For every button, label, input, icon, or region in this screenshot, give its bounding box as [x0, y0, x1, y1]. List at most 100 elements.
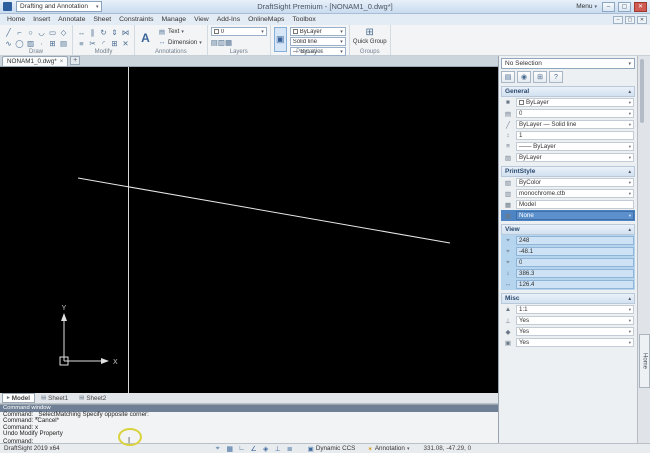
center-x-field[interactable]: 248: [516, 236, 634, 245]
printstyle-attached-field[interactable]: Model: [516, 200, 634, 209]
view-width-field[interactable]: 126.4: [516, 280, 634, 289]
trim-icon[interactable]: ✂: [87, 38, 98, 49]
polygon-icon[interactable]: ◇: [58, 27, 69, 38]
tab-toolbox[interactable]: Toolbox: [288, 16, 319, 23]
arc-icon[interactable]: ◡: [36, 27, 47, 38]
fillet-icon[interactable]: ◜: [98, 38, 109, 49]
tab-onlinemaps[interactable]: OnlineMaps: [244, 16, 288, 23]
mirror-icon[interactable]: ⋈: [120, 27, 131, 38]
tab-annotate[interactable]: Annotate: [54, 16, 89, 23]
chevron-down-icon: ▾: [199, 39, 202, 46]
polar-icon[interactable]: ∠: [248, 445, 260, 453]
dynamic-ccs-button[interactable]: ▣ Dynamic CCS: [308, 445, 356, 453]
mdi-close-button[interactable]: ✕: [637, 15, 647, 24]
tab-home[interactable]: Home: [3, 16, 29, 23]
section-title: View: [505, 226, 520, 233]
center-y-field[interactable]: -48.1: [516, 247, 634, 256]
tab-view[interactable]: View: [190, 16, 213, 23]
mdi-restore-button[interactable]: ▢: [625, 15, 635, 24]
text-dropdown-button[interactable]: ▤ Text ▾: [156, 27, 204, 36]
printstyle-table-field[interactable]: monochrome.ctb ▾: [516, 189, 634, 198]
new-document-tab-button[interactable]: +: [70, 56, 81, 65]
color-field[interactable]: ByLayer ▾: [516, 98, 634, 107]
section-printstyle-header[interactable]: PrintStyle ▴: [501, 166, 635, 177]
grid-icon[interactable]: ▦: [224, 445, 236, 453]
layers-manager-icon[interactable]: ▤: [211, 38, 218, 47]
hatch-icon[interactable]: ▨: [25, 38, 36, 49]
close-tab-icon[interactable]: ×: [60, 59, 64, 65]
transparency-field[interactable]: ByLayer ▾: [516, 153, 634, 162]
ellipse-icon[interactable]: ◯: [14, 38, 25, 49]
close-button[interactable]: ✕: [634, 1, 647, 12]
rotate-icon[interactable]: ↻: [98, 27, 109, 38]
scale-icon[interactable]: ⇕: [109, 27, 120, 38]
drawn-line[interactable]: [77, 177, 451, 244]
mdi-minimize-button[interactable]: –: [613, 15, 623, 24]
rectangle-icon[interactable]: ▭: [47, 27, 58, 38]
linescale-field[interactable]: 1: [516, 131, 634, 140]
circle-icon[interactable]: ○: [25, 27, 36, 38]
ccs-icon-on-field[interactable]: Yes ▾: [516, 316, 634, 325]
center-z-field[interactable]: 0: [516, 258, 634, 267]
document-tab[interactable]: NONAM1_0.dwg* ×: [2, 56, 69, 66]
polyline-icon[interactable]: ⌐: [14, 27, 25, 38]
section-view-header[interactable]: View ▴: [501, 224, 635, 235]
select-matching-button[interactable]: ⊞: [533, 71, 547, 83]
tab-manage[interactable]: Manage: [158, 16, 191, 23]
lineweight-field[interactable]: —— ByLayer ▾: [516, 142, 634, 151]
minimize-button[interactable]: –: [602, 1, 615, 12]
ortho-icon[interactable]: ∟: [236, 445, 248, 452]
layer-field[interactable]: 0 ▾: [516, 109, 634, 118]
drawing-canvas[interactable]: Y X: [0, 67, 498, 393]
spline-icon[interactable]: ∿: [3, 38, 14, 49]
section-misc-header[interactable]: Misc ▴: [501, 293, 635, 304]
tab-sheet[interactable]: Sheet: [89, 16, 115, 23]
tab-addins[interactable]: Add-Ins: [213, 16, 244, 23]
tab-constraints[interactable]: Constraints: [115, 16, 157, 23]
menu-button[interactable]: Menu ▾: [574, 3, 599, 10]
ccs-viewport-field[interactable]: Yes ▾: [516, 338, 634, 347]
lineweight-icon[interactable]: ≣: [284, 445, 296, 453]
annotation-scale-button[interactable]: ✶ Annotation ▾: [367, 445, 409, 453]
array-icon[interactable]: ⊞: [109, 38, 120, 49]
erase-icon[interactable]: ✕: [120, 38, 131, 49]
printstyle-type-field[interactable]: None ▾: [516, 211, 634, 220]
palette-tab-home[interactable]: Home: [639, 334, 650, 388]
ccs-origin-field[interactable]: Yes ▾: [516, 327, 634, 336]
selection-filter-combo[interactable]: No Selection ▾: [501, 58, 635, 69]
section-general-header[interactable]: General ▴: [501, 86, 635, 97]
command-window[interactable]: Command window Command: _SelectMatching …: [0, 404, 498, 443]
quick-group-button[interactable]: ⊞ Quick Group: [353, 27, 387, 45]
tab-sheet2[interactable]: ▤ Sheet2: [74, 393, 111, 403]
text-tool-icon[interactable]: A: [138, 27, 153, 49]
annotation-scale-field[interactable]: 1:1 ▾: [516, 305, 634, 314]
linestyle-combo[interactable]: Solid line ▾: [289, 37, 346, 46]
linestyle-field[interactable]: ByLayer — Solid line ▾: [516, 120, 634, 129]
tab-sheet1[interactable]: ▤ Sheet1: [36, 393, 73, 403]
tab-model[interactable]: ▸ Model: [2, 393, 35, 403]
element-properties-button[interactable]: ▤: [501, 71, 515, 83]
note-icon[interactable]: ▤: [58, 38, 69, 49]
tab-insert[interactable]: Insert: [29, 16, 54, 23]
move-icon[interactable]: ↔: [76, 27, 87, 38]
properties-scrollbar[interactable]: [640, 59, 644, 123]
offset-icon[interactable]: ≡: [76, 38, 87, 49]
point-icon[interactable]: ∙: [36, 38, 47, 49]
dimension-dropdown-button[interactable]: ↔ Dimension ▾: [156, 38, 204, 47]
help-button[interactable]: ?: [549, 71, 563, 83]
copy-icon[interactable]: ∥: [87, 27, 98, 38]
color-combo[interactable]: ByLayer ▾: [289, 27, 346, 36]
layer-states-icon[interactable]: ▥: [218, 38, 225, 47]
layer-preview-icon[interactable]: ▦: [225, 38, 232, 47]
etrack-icon[interactable]: ⊥: [272, 445, 284, 453]
esnap-icon[interactable]: ◈: [260, 445, 272, 453]
view-height-field[interactable]: 386.3: [516, 269, 634, 278]
quick-select-button[interactable]: ◉: [517, 71, 531, 83]
printstyle-field[interactable]: ByColor ▾: [516, 178, 634, 187]
workspace-selector[interactable]: Drafting and Annotation ▾: [16, 1, 103, 12]
table-icon[interactable]: ⊞: [47, 38, 58, 49]
snap-icon[interactable]: ⌖: [212, 445, 224, 453]
maximize-button[interactable]: ▢: [618, 1, 631, 12]
line-icon[interactable]: ╱: [3, 27, 14, 38]
layer-combo[interactable]: 0 ▾: [210, 27, 267, 36]
